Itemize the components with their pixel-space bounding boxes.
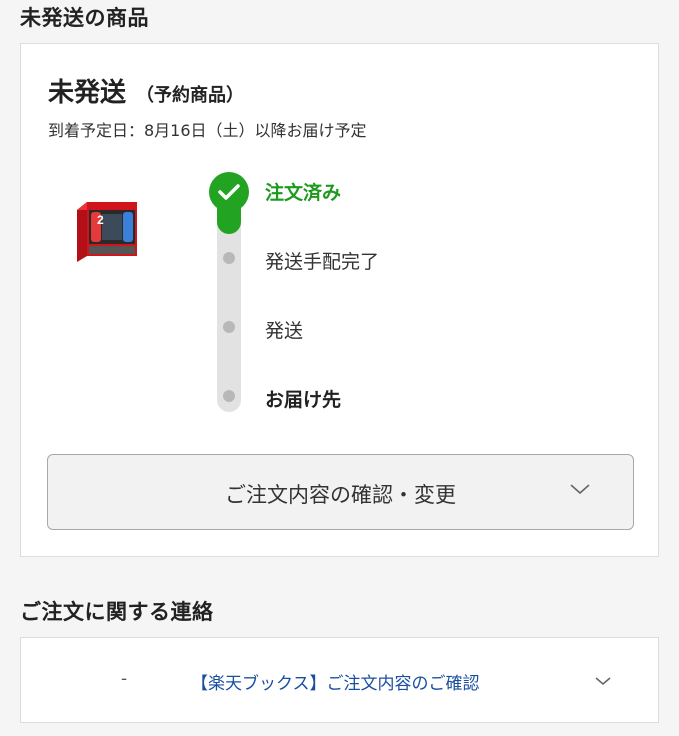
timeline-dot-icon <box>223 321 235 333</box>
timeline-dot-icon <box>223 390 235 402</box>
contact-row[interactable]: - 【楽天ブックス】ご注文内容のご確認 <box>21 638 658 722</box>
chevron-down-icon[interactable] <box>594 672 612 691</box>
box-label: 2 <box>97 213 104 227</box>
order-status-card: 未発送 （予約商品） 到着予定日：8月16日（土）以降お届け予定 2 注文済み <box>20 43 659 557</box>
timeline-step-ordered: 注文済み <box>265 182 342 204</box>
check-icon <box>209 172 249 212</box>
section-title-contact: ご注文に関する連絡 <box>20 600 214 624</box>
contact-card: - 【楽天ブックス】ご注文内容のご確認 <box>20 637 659 723</box>
status-heading: 未発送 （予約商品） <box>48 72 244 109</box>
chevron-down-icon <box>569 481 591 500</box>
timeline-step-arranged: 発送手配完了 <box>265 251 380 273</box>
status-main: 未発送 <box>48 78 127 108</box>
contact-link[interactable]: 【楽天ブックス】ご注文内容のご確認 <box>191 669 480 694</box>
product-image[interactable]: 2 <box>73 196 139 266</box>
console-box-icon: 2 <box>77 202 137 262</box>
arrival-date: 到着予定日：8月16日（土）以降お届け予定 <box>48 121 367 140</box>
confirm-order-label: ご注文内容の確認・変更 <box>225 483 456 507</box>
section-title-unshipped: 未発送の商品 <box>20 6 149 30</box>
confirm-order-button[interactable]: ご注文内容の確認・変更 <box>47 454 634 530</box>
contact-dash: - <box>121 669 128 689</box>
timeline-dot-icon <box>223 252 235 264</box>
timeline-step-delivery: お届け先 <box>265 389 342 411</box>
timeline-track <box>217 190 241 412</box>
status-sub: （予約商品） <box>136 85 245 106</box>
timeline-step-shipped: 発送 <box>265 320 304 342</box>
